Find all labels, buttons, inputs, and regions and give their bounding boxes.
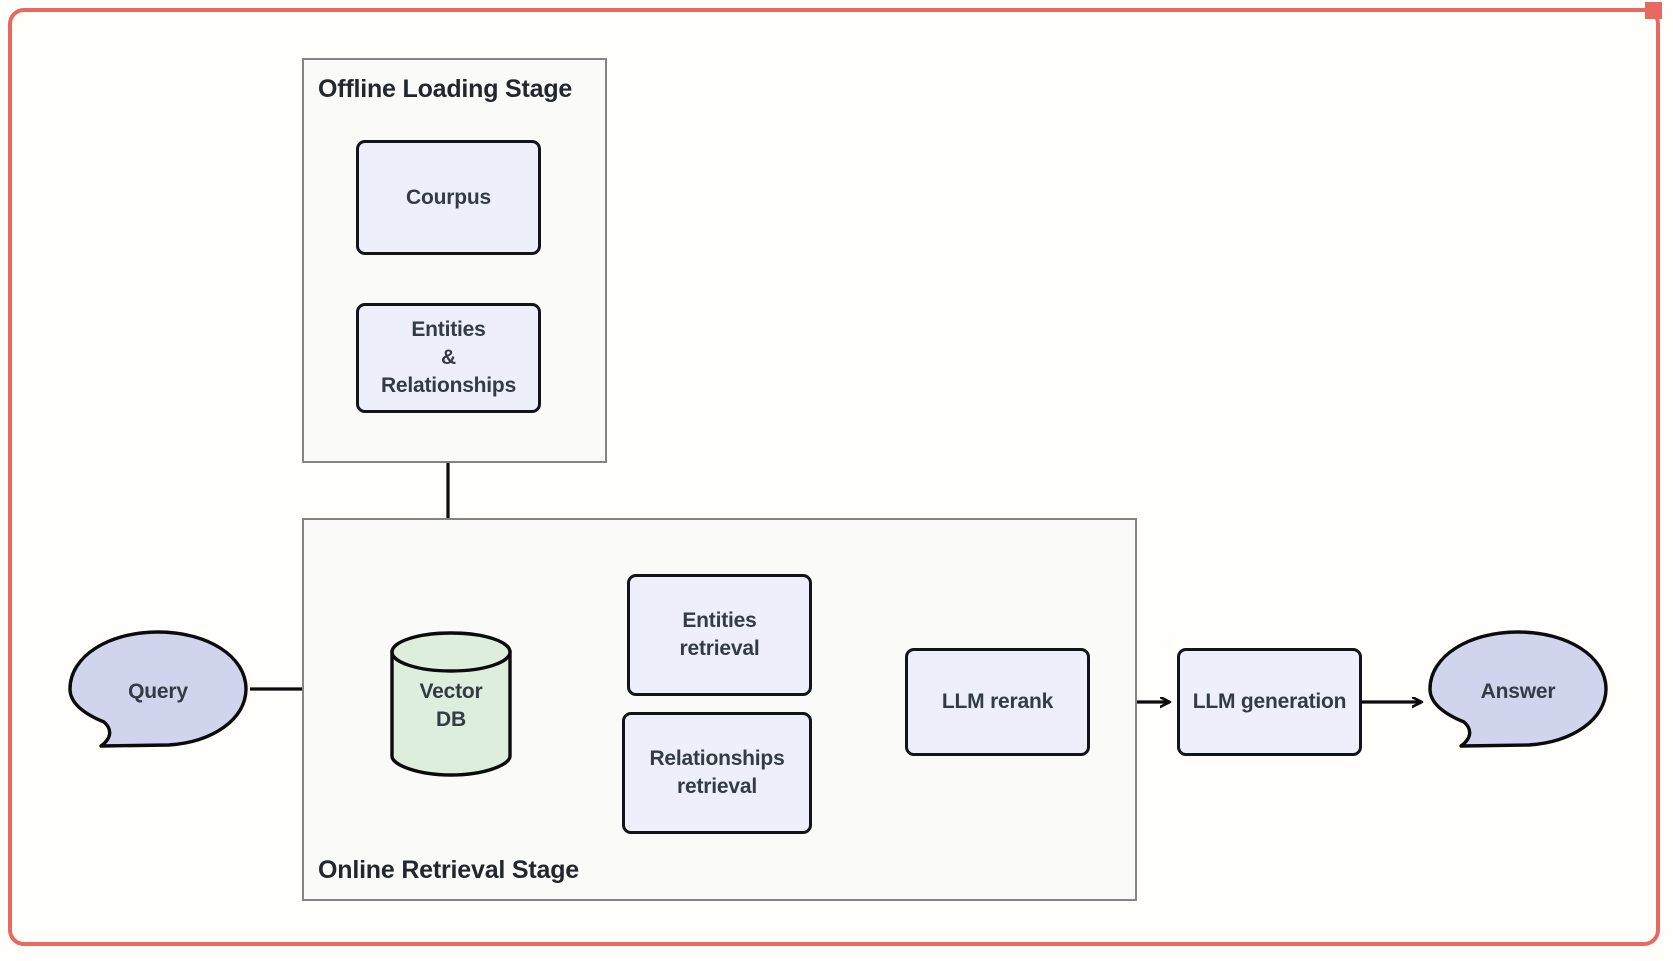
diagram-canvas: Offline Loading Stage Online Retrieval S… bbox=[0, 0, 1673, 961]
selection-frame bbox=[8, 8, 1660, 946]
resize-handle[interactable] bbox=[1645, 2, 1662, 19]
